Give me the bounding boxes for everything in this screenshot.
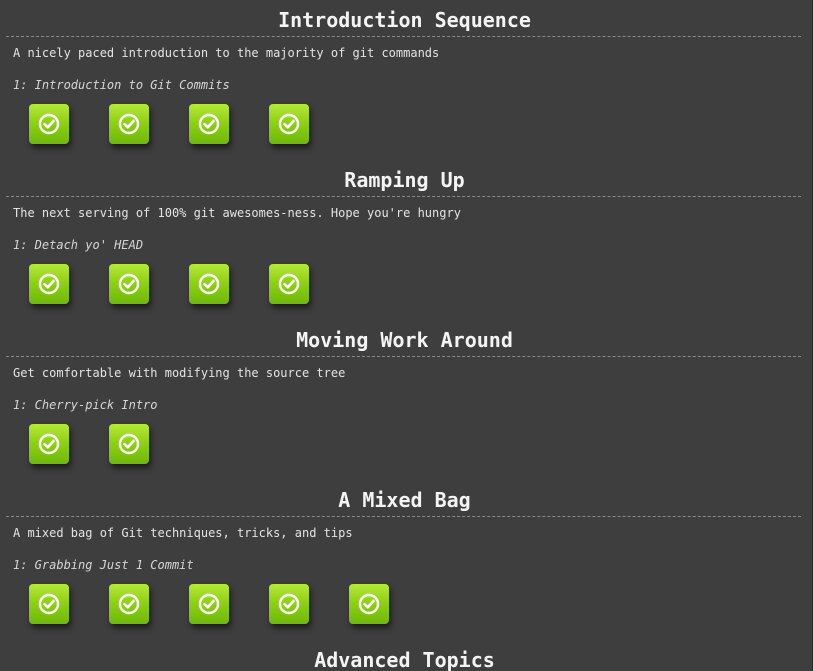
selected-level-name: 1: Detach yo' HEAD (13, 238, 144, 252)
sequence-ramping-up: Ramping Up The next serving of 100% git … (0, 168, 801, 328)
level-button-4[interactable] (269, 104, 309, 144)
level-button-2[interactable] (109, 584, 149, 624)
selected-level-name: 1: Grabbing Just 1 Commit (13, 558, 194, 572)
checkmark-circle-icon (118, 593, 140, 615)
level-button-1[interactable] (29, 584, 69, 624)
checkmark-circle-icon (38, 113, 60, 135)
sequence-moving-work-around: Moving Work Around Get comfortable with … (0, 328, 801, 488)
sequence-description: Get comfortable with modifying the sourc… (13, 366, 346, 380)
checkmark-circle-icon (38, 433, 60, 455)
level-button-4[interactable] (269, 584, 309, 624)
sequence-divider (6, 516, 801, 517)
checkmark-circle-icon (118, 433, 140, 455)
checkmark-circle-icon (198, 273, 220, 295)
checkmark-circle-icon (38, 593, 60, 615)
level-button-4[interactable] (269, 264, 309, 304)
level-button-1[interactable] (29, 264, 69, 304)
selected-level-name: 1: Cherry-pick Intro (13, 398, 158, 412)
sequence-title: Introduction Sequence (278, 8, 531, 32)
sequence-title: Advanced Topics (314, 648, 495, 671)
selected-level-name: 1: Introduction to Git Commits (13, 78, 230, 92)
sequence-introduction: Introduction Sequence A nicely paced int… (0, 8, 801, 168)
level-select-panel: Introduction Sequence A nicely paced int… (0, 0, 813, 671)
sequence-divider (6, 196, 801, 197)
level-button-1[interactable] (29, 424, 69, 464)
level-button-2[interactable] (109, 264, 149, 304)
checkmark-circle-icon (118, 273, 140, 295)
checkmark-circle-icon (198, 113, 220, 135)
level-button-2[interactable] (109, 424, 149, 464)
checkmark-circle-icon (278, 593, 300, 615)
checkmark-circle-icon (118, 113, 140, 135)
level-button-3[interactable] (189, 104, 229, 144)
checkmark-circle-icon (278, 113, 300, 135)
sequence-mixed-bag: A Mixed Bag A mixed bag of Git technique… (0, 488, 801, 648)
sequence-description: A mixed bag of Git techniques, tricks, a… (13, 526, 353, 540)
sequence-description: The next serving of 100% git awesomes-ne… (13, 206, 461, 220)
sequence-advanced-topics: Advanced Topics (0, 648, 801, 671)
level-button-3[interactable] (189, 584, 229, 624)
checkmark-circle-icon (38, 273, 60, 295)
checkmark-circle-icon (278, 273, 300, 295)
sequence-divider (6, 356, 801, 357)
sequence-divider (6, 36, 801, 37)
sequence-description: A nicely paced introduction to the major… (13, 46, 440, 60)
level-button-5[interactable] (349, 584, 389, 624)
sequence-title: Ramping Up (344, 168, 465, 192)
sequence-title: Moving Work Around (296, 328, 513, 352)
sequence-title: A Mixed Bag (338, 488, 471, 512)
level-button-3[interactable] (189, 264, 229, 304)
checkmark-circle-icon (198, 593, 220, 615)
checkmark-circle-icon (358, 593, 380, 615)
level-button-2[interactable] (109, 104, 149, 144)
level-button-1[interactable] (29, 104, 69, 144)
